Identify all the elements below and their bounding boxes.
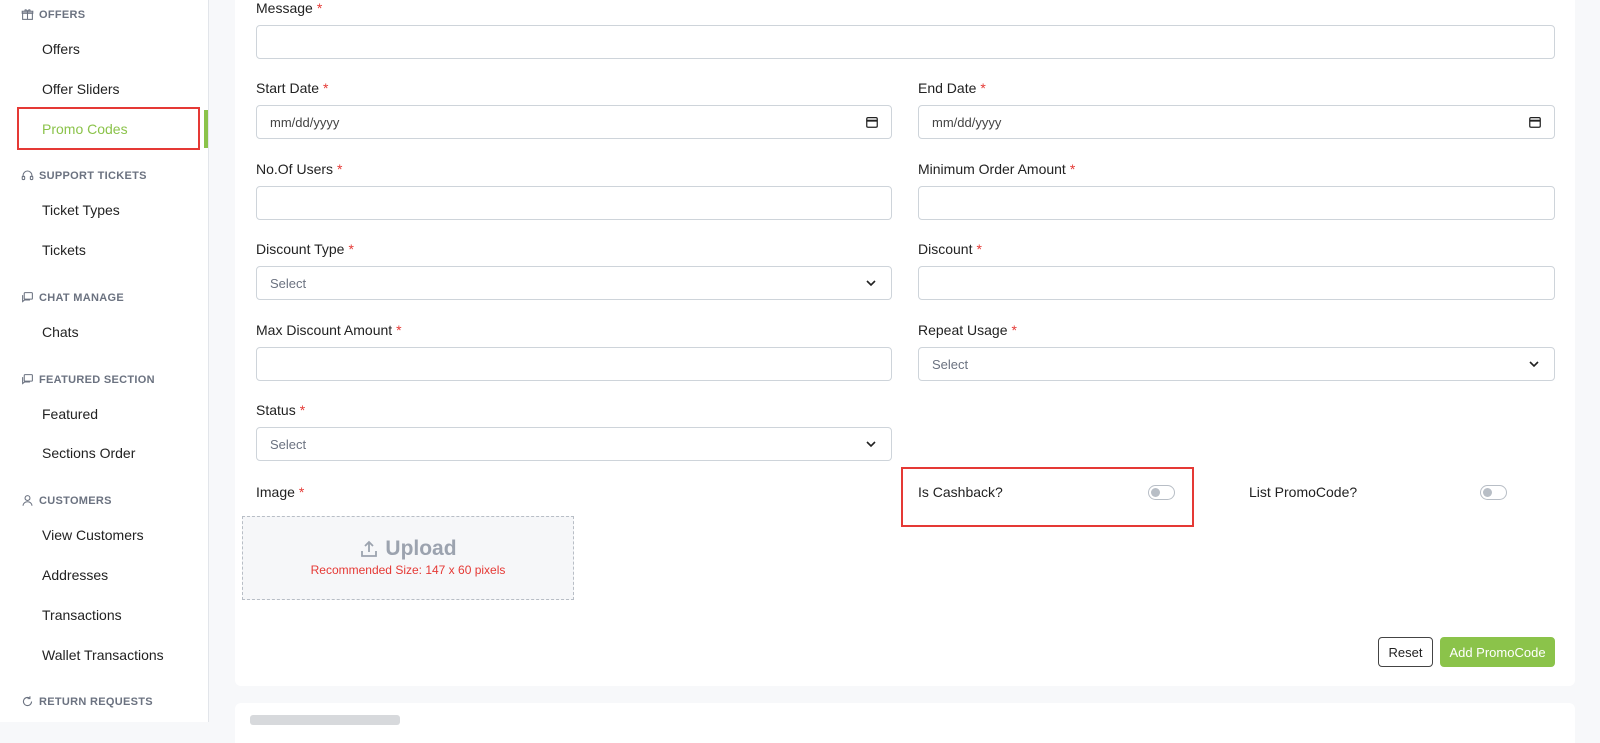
list-promocode-label: List PromoCode? xyxy=(1249,484,1358,500)
required-mark: * xyxy=(980,80,986,96)
sidebar-section-offers: OFFERS xyxy=(21,8,85,21)
image-upload-dropzone[interactable]: Upload Recommended Size: 147 x 60 pixels xyxy=(242,516,574,600)
image-label: Image * xyxy=(256,484,305,500)
repeat-usage-select[interactable]: Select xyxy=(918,347,1555,381)
sidebar-item-offers[interactable]: Offers xyxy=(42,40,80,58)
sidebar-section-label: RETURN REQUESTS xyxy=(39,695,153,708)
max-discount-label: Max Discount Amount * xyxy=(256,322,402,338)
discount-label: Discount * xyxy=(918,241,982,257)
chevron-down-icon xyxy=(866,280,876,287)
reset-button[interactable]: Reset xyxy=(1378,637,1433,667)
users-input[interactable] xyxy=(256,186,892,220)
sidebar-section-chat: CHAT MANAGE xyxy=(21,291,124,304)
required-mark: * xyxy=(323,80,329,96)
required-mark: * xyxy=(348,241,354,257)
sidebar-section-support: SUPPORT TICKETS xyxy=(21,169,147,182)
status-label: Status * xyxy=(256,402,306,418)
is-cashback-label: Is Cashback? xyxy=(918,484,1003,500)
sidebar-item-wallet-transactions[interactable]: Wallet Transactions xyxy=(42,646,164,664)
list-promocode-toggle[interactable] xyxy=(1480,485,1507,500)
sidebar-section-return: RETURN REQUESTS xyxy=(21,695,153,708)
end-date-placeholder: mm/dd/yyyy xyxy=(932,114,1002,130)
min-order-input[interactable] xyxy=(918,186,1555,220)
message-input[interactable] xyxy=(256,25,1555,59)
headset-icon xyxy=(21,170,34,181)
discount-type-value: Select xyxy=(270,275,307,291)
calendar-icon[interactable] xyxy=(1528,115,1542,129)
required-mark: * xyxy=(337,161,343,177)
sidebar-item-chats[interactable]: Chats xyxy=(42,323,79,341)
end-date-input[interactable]: mm/dd/yyyy xyxy=(918,105,1555,139)
chevron-down-icon xyxy=(1529,361,1539,368)
user-icon xyxy=(22,495,33,506)
required-mark: * xyxy=(1069,161,1076,177)
sidebar-section-label: FEATURED SECTION xyxy=(39,373,155,386)
add-promocode-button[interactable]: Add PromoCode xyxy=(1440,637,1555,667)
chat-icon xyxy=(22,292,33,303)
sidebar-item-offer-sliders[interactable]: Offer Sliders xyxy=(42,80,120,98)
min-order-label: Minimum Order Amount * xyxy=(918,161,1076,177)
toggle-knob xyxy=(1151,488,1160,497)
card-title-placeholder xyxy=(250,715,400,725)
required-mark: * xyxy=(396,322,402,338)
message-label: Message * xyxy=(256,0,323,16)
sidebar-item-view-customers[interactable]: View Customers xyxy=(42,526,144,544)
upload-size-hint: Recommended Size: 147 x 60 pixels xyxy=(310,563,506,577)
upload-title: Upload xyxy=(243,537,573,561)
sidebar-item-tickets[interactable]: Tickets xyxy=(42,241,86,259)
calendar-icon[interactable] xyxy=(865,115,879,129)
required-mark: * xyxy=(316,0,323,16)
sidebar: OFFERS Offers Offer Sliders Promo Codes … xyxy=(0,0,209,722)
required-mark: * xyxy=(1011,322,1017,338)
active-indicator xyxy=(204,110,208,148)
start-date-placeholder: mm/dd/yyyy xyxy=(270,114,340,130)
repeat-usage-value: Select xyxy=(932,356,969,372)
required-mark: * xyxy=(298,484,305,500)
gift-icon xyxy=(21,9,34,20)
manage-promocodes-card xyxy=(235,703,1575,743)
sidebar-section-label: OFFERS xyxy=(39,8,86,21)
refresh-icon xyxy=(22,696,33,707)
sidebar-section-label: CHAT MANAGE xyxy=(39,291,124,304)
toggle-knob xyxy=(1483,488,1492,497)
discount-type-label: Discount Type * xyxy=(256,241,354,257)
sidebar-item-promo-codes[interactable]: Promo Codes xyxy=(42,120,128,138)
repeat-usage-label: Repeat Usage * xyxy=(918,322,1017,338)
discount-input[interactable] xyxy=(918,266,1555,300)
sidebar-item-featured[interactable]: Featured xyxy=(42,405,98,423)
required-mark: * xyxy=(299,402,306,418)
discount-type-select[interactable]: Select xyxy=(256,266,892,300)
sidebar-section-featured: FEATURED SECTION xyxy=(21,373,155,386)
sidebar-section-label: CUSTOMERS xyxy=(39,494,112,507)
is-cashback-toggle[interactable] xyxy=(1148,485,1175,500)
status-select[interactable]: Select xyxy=(256,427,892,461)
required-mark: * xyxy=(976,241,982,257)
chevron-down-icon xyxy=(866,441,876,448)
featured-icon xyxy=(22,374,33,385)
sidebar-section-label: SUPPORT TICKETS xyxy=(39,169,147,182)
sidebar-item-addresses[interactable]: Addresses xyxy=(42,566,108,584)
end-date-label: End Date * xyxy=(918,80,986,96)
start-date-input[interactable]: mm/dd/yyyy xyxy=(256,105,892,139)
start-date-label: Start Date * xyxy=(256,80,329,96)
sidebar-item-transactions[interactable]: Transactions xyxy=(42,606,122,624)
max-discount-input[interactable] xyxy=(256,347,892,381)
sidebar-item-sections-order[interactable]: Sections Order xyxy=(42,444,135,462)
sidebar-item-ticket-types[interactable]: Ticket Types xyxy=(42,201,120,219)
upload-icon xyxy=(361,540,378,557)
users-label: No.Of Users * xyxy=(256,161,343,177)
status-value: Select xyxy=(270,436,307,452)
sidebar-section-customers: CUSTOMERS xyxy=(21,494,112,507)
